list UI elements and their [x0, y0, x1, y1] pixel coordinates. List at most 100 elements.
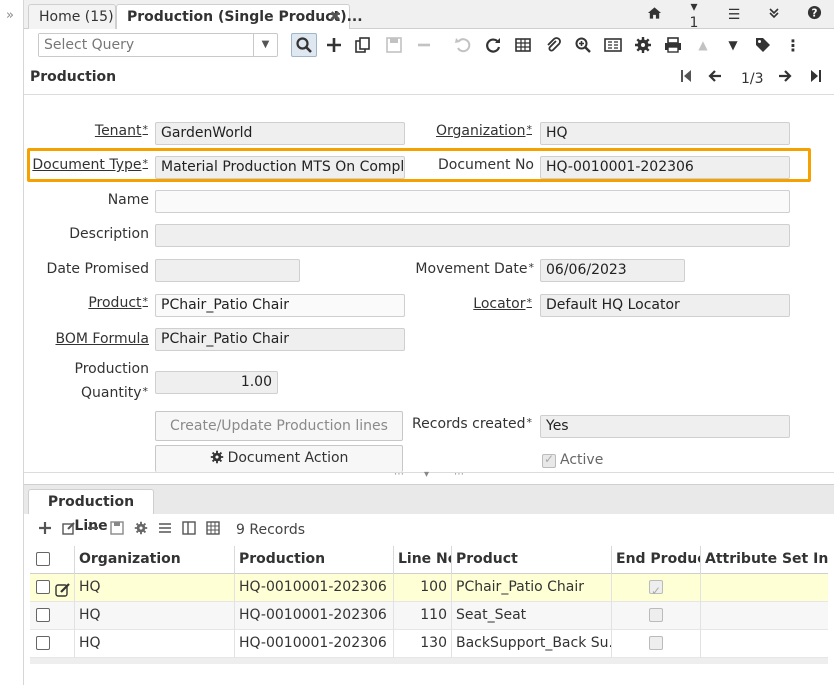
- locator-label[interactable]: Locator*: [404, 296, 532, 312]
- organization-field[interactable]: HQ: [540, 122, 790, 145]
- list-icon[interactable]: [158, 521, 176, 539]
- col-line-no[interactable]: Line No: [394, 546, 452, 574]
- search-button[interactable]: [291, 33, 317, 57]
- records-created-field[interactable]: Yes: [540, 415, 790, 438]
- grid-toggle-button[interactable]: [510, 33, 536, 57]
- edit-icon[interactable]: [62, 521, 80, 539]
- record-counter: 1/3: [741, 71, 764, 87]
- row-select-cell: [30, 574, 75, 602]
- movement-date-field[interactable]: 06/06/2023: [540, 259, 685, 282]
- copy-record-button[interactable]: [350, 33, 376, 57]
- organization-label[interactable]: Organization*: [404, 123, 532, 139]
- document-type-label[interactable]: Document Type*: [24, 157, 148, 173]
- production-quantity-field[interactable]: 1.00: [155, 371, 278, 394]
- tenant-field[interactable]: GardenWorld: [155, 122, 405, 145]
- select-query[interactable]: ▼: [38, 33, 278, 57]
- table-row[interactable]: HQ HQ-0010001-202306 100 PChair_Patio Ch…: [30, 574, 828, 602]
- table-row[interactable]: HQ HQ-0010001-202306 130 BackSupport_Bac…: [30, 630, 828, 658]
- form-view-icon[interactable]: [182, 521, 200, 539]
- edit-row-icon[interactable]: [55, 580, 71, 602]
- cell-production: HQ-0010001-202306: [235, 602, 394, 630]
- splitter-toggle-icon[interactable]: ▾: [424, 469, 430, 480]
- chevron-down-icon[interactable]: ▼: [253, 34, 277, 56]
- gear-icon: [635, 37, 651, 53]
- print-button[interactable]: [660, 33, 686, 57]
- previous-record-icon[interactable]: [708, 69, 722, 87]
- window-title: Production: [30, 69, 117, 85]
- tab-production-label: Production (Single Product)...: [127, 9, 363, 25]
- cell-product: Seat_Seat: [452, 602, 612, 630]
- active-checkbox[interactable]: [542, 452, 556, 468]
- splitter[interactable]: ⋯ ▾ ⋯: [24, 469, 834, 484]
- create-update-production-lines-button[interactable]: Create/Update Production lines: [155, 411, 403, 441]
- col-production[interactable]: Production: [235, 546, 394, 574]
- production-quantity-label-2: Quantity*: [81, 385, 148, 401]
- select-all-checkbox[interactable]: [36, 552, 50, 566]
- collapse-icon[interactable]: [754, 7, 794, 23]
- delete-button[interactable]: [411, 33, 437, 57]
- tenant-label[interactable]: Tenant*: [24, 123, 148, 139]
- col-end-product[interactable]: End Product: [612, 546, 701, 574]
- document-no-field[interactable]: HQ-0010001-202306: [540, 156, 790, 179]
- last-record-icon[interactable]: [810, 69, 822, 87]
- tab-production-line[interactable]: Production Line: [28, 489, 154, 534]
- close-icon[interactable]: ✖: [329, 5, 341, 29]
- date-promised-label: Date Promised: [46, 261, 149, 277]
- bom-formula-label[interactable]: BOM Formula: [24, 331, 149, 347]
- new-line-icon[interactable]: [38, 521, 56, 539]
- gear-icon[interactable]: [134, 521, 152, 539]
- first-record-icon[interactable]: [680, 69, 692, 87]
- name-label: Name: [107, 192, 149, 208]
- col-attribute-set-instance[interactable]: Attribute Set Insta: [701, 546, 828, 574]
- help-icon[interactable]: ?: [794, 5, 834, 24]
- double-chevron-right-icon[interactable]: »: [6, 8, 14, 23]
- zoom-across-button[interactable]: [570, 33, 596, 57]
- tab-production[interactable]: Production (Single Product)... ✖: [116, 4, 363, 30]
- app-window: » Home (15) Production (Single Product).…: [0, 0, 834, 685]
- report-button[interactable]: [600, 33, 626, 57]
- parent-record-button[interactable]: ▲: [690, 33, 716, 57]
- row-checkbox[interactable]: [36, 580, 50, 594]
- cell-end-product: [612, 602, 701, 630]
- row-checkbox[interactable]: [36, 636, 50, 650]
- cell-product: PChair_Patio Chair: [452, 574, 612, 602]
- detail-record-button[interactable]: ▼: [720, 33, 746, 57]
- refresh-button[interactable]: [480, 33, 506, 57]
- document-action-button[interactable]: Document Action: [155, 445, 403, 472]
- col-organization[interactable]: Organization: [75, 546, 235, 574]
- table-icon[interactable]: [206, 521, 224, 539]
- product-field[interactable]: PChair_Patio Chair: [155, 294, 405, 317]
- paperclip-icon: [547, 37, 561, 52]
- new-record-button[interactable]: [321, 33, 347, 57]
- name-field[interactable]: [155, 190, 790, 213]
- col-product[interactable]: Product: [452, 546, 612, 574]
- save-button[interactable]: [381, 33, 407, 57]
- menu-icon[interactable]: ☰: [714, 7, 754, 23]
- table-row[interactable]: HQ HQ-0010001-202306 110 Seat_Seat: [30, 602, 828, 630]
- query-input[interactable]: [39, 34, 253, 56]
- windows-dropdown[interactable]: ▾ 1: [674, 0, 714, 31]
- west-panel-collapsed[interactable]: »: [0, 0, 24, 685]
- grid-header: Organization Production Line No Product …: [30, 546, 828, 574]
- tag-button[interactable]: [750, 33, 776, 57]
- caret-down-icon: ▼: [728, 38, 738, 52]
- save-icon[interactable]: [110, 521, 128, 539]
- home-icon[interactable]: [634, 6, 674, 24]
- next-record-icon[interactable]: [778, 69, 792, 87]
- date-promised-field[interactable]: [155, 259, 300, 282]
- description-field[interactable]: [155, 224, 790, 247]
- undo-button[interactable]: [450, 33, 476, 57]
- document-type-field[interactable]: Material Production MTS On Complete: [155, 156, 405, 179]
- row-checkbox[interactable]: [36, 608, 50, 622]
- attachment-button[interactable]: [540, 33, 566, 57]
- cell-product: BackSupport_Back Su...: [452, 630, 612, 658]
- delete-line-icon[interactable]: [86, 521, 104, 539]
- horizontal-scrollbar[interactable]: [30, 658, 828, 664]
- more-options-button[interactable]: ⋮: [780, 33, 806, 57]
- tab-home[interactable]: Home (15): [28, 4, 116, 29]
- end-product-checkbox: [649, 636, 663, 650]
- product-label[interactable]: Product*: [24, 295, 148, 311]
- process-button[interactable]: [630, 33, 656, 57]
- locator-field[interactable]: Default HQ Locator: [540, 294, 790, 317]
- bom-formula-field[interactable]: PChair_Patio Chair: [155, 328, 405, 351]
